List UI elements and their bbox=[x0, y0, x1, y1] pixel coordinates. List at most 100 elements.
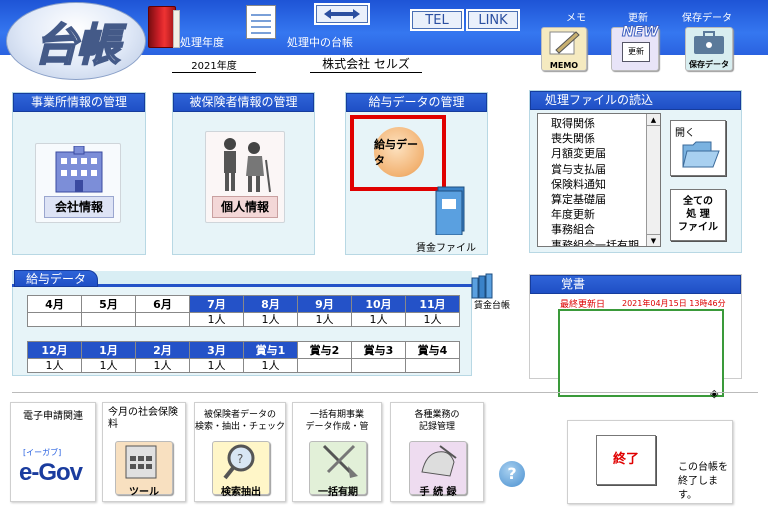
company-info-button[interactable]: 会社情報 bbox=[35, 143, 121, 223]
month-count bbox=[405, 358, 460, 373]
month-count bbox=[27, 312, 82, 327]
search-label-2: 検索・抽出・チェック bbox=[195, 422, 286, 432]
insured-panel: 被保険者情報の管理 個人情報 bbox=[172, 92, 315, 255]
month-header[interactable]: 1月 bbox=[81, 341, 136, 359]
egov-label: 電子申請関連 bbox=[23, 411, 83, 422]
exit-description: この台帳を 終了します。 bbox=[678, 461, 732, 503]
year-label: 処理年度 bbox=[180, 36, 224, 49]
file-list-scrollbar[interactable]: ▲ ▼ bbox=[646, 114, 660, 246]
switch-arrows-button[interactable] bbox=[314, 3, 370, 25]
personal-info-button[interactable]: 個人情報 bbox=[205, 131, 285, 223]
month-header[interactable]: 賞与2 bbox=[297, 341, 352, 359]
shovel-icon bbox=[322, 444, 358, 478]
month-header[interactable]: 4月 bbox=[27, 295, 82, 313]
memo-tile-label: MEMO bbox=[549, 61, 579, 70]
year-value: 2021年度 bbox=[172, 57, 256, 73]
book-icon[interactable] bbox=[148, 6, 180, 48]
month-header[interactable]: 賞与4 bbox=[405, 341, 460, 359]
egov-logo: e-Gov bbox=[19, 459, 83, 486]
save-data-button[interactable]: 保存データ bbox=[685, 27, 733, 71]
file-list-item[interactable]: 取得関係 bbox=[551, 116, 660, 131]
lump-sum-tool[interactable]: 一括有期事業 データ作成・管 一括有期 bbox=[292, 402, 382, 502]
lump-label-1: 一括有期事業 bbox=[309, 410, 364, 420]
app-title: 台帳 bbox=[33, 19, 121, 72]
month-header[interactable]: 賞与1 bbox=[243, 341, 298, 359]
file-list-item[interactable]: 算定基礎届 bbox=[551, 192, 660, 207]
update-caption: 更新 bbox=[628, 13, 648, 24]
lump-tool-tile: 一括有期 bbox=[309, 441, 367, 498]
month-header[interactable]: 9月 bbox=[297, 295, 352, 313]
records-tool[interactable]: 各種業務の 記録管理 手 続 録 bbox=[390, 402, 484, 502]
egov-ruby: [イーガブ] bbox=[23, 448, 62, 457]
lump-tile-label: 一括有期 bbox=[318, 487, 358, 498]
salary-months-table-1: 4月 5月 6月 7月 8月 9月 10月 11月 1人 1人 1人 1人 1人 bbox=[27, 295, 460, 327]
records-tile-label: 手 続 録 bbox=[419, 487, 457, 498]
month-count: 1人 bbox=[135, 358, 190, 373]
company-info-label: 会社情報 bbox=[44, 196, 114, 218]
search-tool[interactable]: 被保険者データの 検索・抽出・チェック ? 検索抽出 bbox=[194, 402, 286, 502]
file-list-item[interactable]: 事務組合 bbox=[551, 222, 660, 237]
tel-button[interactable]: TEL bbox=[410, 9, 464, 31]
salary-data-label: 給与データ bbox=[374, 138, 418, 167]
save-caption: 保存データ bbox=[682, 13, 732, 24]
all-files-button[interactable]: 全ての 処 理 ファイル bbox=[670, 189, 726, 241]
open-button[interactable]: 開く bbox=[670, 120, 726, 176]
month-header[interactable]: 7月 bbox=[189, 295, 244, 313]
scroll-down-icon[interactable]: ▼ bbox=[647, 234, 660, 246]
calculator-icon bbox=[125, 445, 157, 479]
ledger-books-icon[interactable] bbox=[470, 272, 498, 300]
month-header[interactable]: 5月 bbox=[81, 295, 136, 313]
month-header[interactable]: 12月 bbox=[27, 341, 82, 359]
ledger-value: 株式会社 セルズ bbox=[310, 55, 422, 73]
file-list-item[interactable]: 賞与支払届 bbox=[551, 162, 660, 177]
help-button[interactable]: ? bbox=[499, 461, 525, 487]
month-header[interactable]: 11月 bbox=[405, 295, 460, 313]
records-tool-tile: 手 続 録 bbox=[409, 441, 467, 498]
salary-data-button[interactable]: 給与データ bbox=[350, 115, 446, 191]
all-files-label-2: 処 理 bbox=[686, 209, 710, 220]
double-arrow-icon bbox=[324, 9, 360, 19]
briefcase-icon bbox=[694, 31, 724, 54]
month-count bbox=[351, 358, 406, 373]
month-count: 1人 bbox=[81, 358, 136, 373]
save-tile-label: 保存データ bbox=[689, 60, 729, 69]
wage-file-icon[interactable] bbox=[430, 185, 470, 235]
notes-textarea[interactable] bbox=[558, 309, 724, 397]
hand-pen-icon bbox=[421, 445, 457, 477]
salary-data-title: 給与データ bbox=[14, 270, 98, 287]
update-button[interactable]: NEW 更新 bbox=[611, 24, 659, 71]
month-header[interactable]: 賞与3 bbox=[351, 341, 406, 359]
file-list-item[interactable]: 年度更新 bbox=[551, 207, 660, 222]
file-list-item[interactable]: 事務組合一括有期 bbox=[551, 238, 660, 246]
month-header[interactable]: 8月 bbox=[243, 295, 298, 313]
file-list[interactable]: 取得関係 喪失関係 月額変更届 賞与支払届 保険料通知 算定基礎届 年度更新 事務組合 事務組合… bbox=[537, 113, 661, 247]
month-count: 1人 bbox=[243, 312, 298, 327]
file-list-item[interactable]: 月額変更届 bbox=[551, 146, 660, 161]
month-header[interactable]: 10月 bbox=[351, 295, 406, 313]
notes-title: 覚書 bbox=[530, 275, 741, 294]
month-count: 1人 bbox=[189, 312, 244, 327]
records-label-2: 記録管理 bbox=[418, 422, 455, 432]
folder-open-icon bbox=[682, 141, 720, 168]
wage-file-label: 賃金ファイル bbox=[416, 243, 476, 254]
month-count bbox=[297, 358, 352, 373]
social-tile-label: ツール bbox=[129, 487, 159, 498]
calendar-icon[interactable] bbox=[246, 5, 276, 39]
scroll-up-icon[interactable]: ▲ bbox=[647, 114, 660, 126]
eraser-icon[interactable]: ◈ bbox=[710, 387, 718, 400]
exit-button[interactable]: 終了 bbox=[596, 435, 656, 485]
month-count: 1人 bbox=[405, 312, 460, 327]
people-icon bbox=[224, 138, 271, 193]
month-header[interactable]: 6月 bbox=[135, 295, 190, 313]
file-list-item[interactable]: 喪失関係 bbox=[551, 131, 660, 146]
link-button[interactable]: LINK bbox=[466, 9, 520, 31]
app-logo: 台帳 bbox=[6, 2, 146, 80]
file-list-item[interactable]: 保険料通知 bbox=[551, 177, 660, 192]
social-insurance-tool[interactable]: 今月の社会保険料 ツール bbox=[102, 402, 186, 502]
search-tool-tile: ? 検索抽出 bbox=[212, 441, 270, 498]
egov-tool[interactable]: 電子申請関連 [イーガブ] e-Gov bbox=[10, 402, 96, 502]
month-header[interactable]: 3月 bbox=[189, 341, 244, 359]
month-header[interactable]: 2月 bbox=[135, 341, 190, 359]
svg-text:?: ? bbox=[237, 452, 243, 466]
memo-button[interactable]: MEMO bbox=[541, 27, 587, 71]
